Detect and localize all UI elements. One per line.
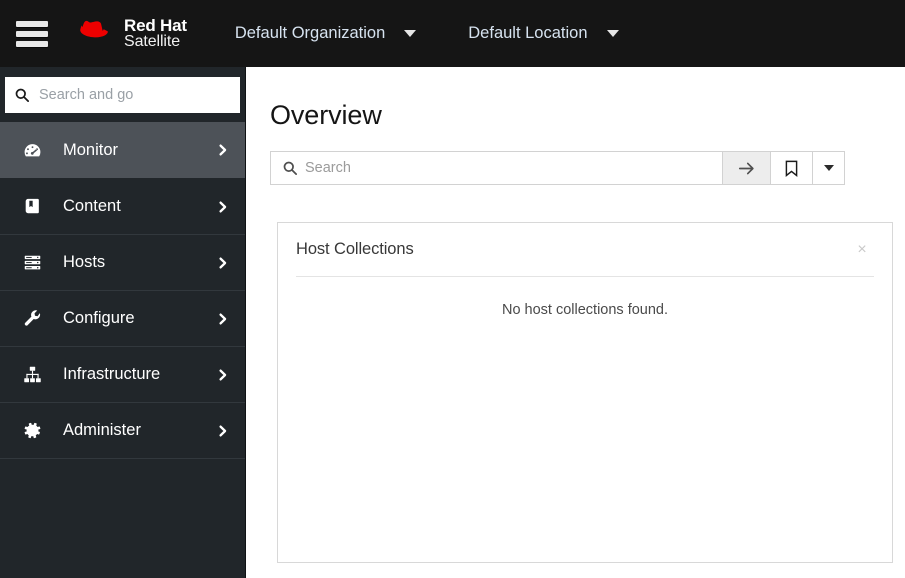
gear-icon: [24, 422, 41, 439]
sidebar-item-label: Administer: [63, 421, 141, 439]
brand-line-redhat: Red Hat: [124, 15, 187, 35]
chevron-down-icon: [606, 30, 619, 37]
hamburger-bar: [16, 30, 48, 37]
chevron-down-icon: [404, 30, 417, 37]
empty-state-message: No host collections found.: [501, 302, 669, 318]
sidebar-item-label: Monitor: [63, 140, 119, 159]
sidebar-item-label: Hosts: [63, 253, 106, 271]
search-toolbar: [270, 151, 845, 185]
sidebar-item-hosts[interactable]: Hosts: [0, 234, 245, 290]
sidebar-nav-list: Monitor Content Hosts Configure Infrastr…: [0, 122, 245, 459]
search-input[interactable]: [305, 152, 722, 184]
tachometer-icon: [24, 143, 41, 156]
widget-body: No host collections found.: [278, 277, 892, 319]
wrench-icon: [24, 310, 41, 326]
sidebar-item-monitor[interactable]: Monitor: [0, 122, 245, 178]
sidebar-item-infrastructure[interactable]: Infrastructure: [0, 346, 245, 402]
chevron-right-icon: [219, 368, 227, 381]
chevron-right-icon: [219, 256, 227, 269]
main-content: Overview Search Host Collections × No ho…: [246, 67, 905, 578]
location-switcher-label: Default Location: [468, 24, 588, 42]
search-submit-button[interactable]: [722, 151, 770, 185]
page-title: Overview: [270, 100, 382, 130]
widget-header: Host Collections ×: [296, 223, 874, 277]
bookmark-icon: [785, 160, 798, 177]
caret-down-icon: [823, 165, 834, 171]
search-field[interactable]: [270, 151, 722, 185]
bookmark-button[interactable]: [770, 151, 812, 185]
red-hat-fedora-icon: [80, 21, 108, 38]
sidebar: Monitor Content: [0, 67, 246, 578]
hamburger-bar: [16, 20, 48, 27]
arrow-right-icon: [738, 162, 754, 174]
search-icon: [15, 88, 29, 102]
book-icon: [25, 198, 39, 214]
host-collections-widget: Host Collections × No host collections f…: [277, 222, 893, 563]
sidebar-item-administer[interactable]: Administer: [0, 402, 245, 458]
organization-switcher[interactable]: Default Organization: [231, 0, 420, 67]
widget-title: Host Collections: [296, 240, 414, 258]
satellite-overview-page: Red Hat Satellite Default Organization D…: [0, 0, 905, 578]
sidebar-item-label: Configure: [63, 309, 135, 327]
organization-switcher-label: Default Organization: [234, 24, 386, 42]
chevron-right-icon: [219, 312, 227, 325]
sidebar-nav-divider: [0, 458, 245, 459]
brand-logo[interactable]: Red Hat Satellite: [70, 15, 187, 51]
masthead: Red Hat Satellite Default Organization D…: [0, 0, 905, 67]
sidebar-item-label: Content: [63, 197, 121, 215]
chevron-right-icon: [219, 200, 227, 213]
sitemap-icon: [24, 366, 41, 383]
sidebar-search[interactable]: [5, 77, 240, 113]
hamburger-menu-icon[interactable]: [16, 20, 50, 47]
location-switcher[interactable]: Default Location: [464, 0, 622, 67]
brand-line-satellite: Satellite: [124, 33, 181, 50]
chevron-right-icon: [219, 144, 227, 156]
close-icon[interactable]: ×: [852, 240, 872, 260]
bookmark-dropdown-toggle[interactable]: [812, 151, 845, 185]
sidebar-item-configure[interactable]: Configure: [0, 290, 245, 346]
sidebar-item-content[interactable]: Content: [0, 178, 245, 234]
sidebar-item-label: Infrastructure: [63, 365, 161, 383]
hamburger-bar: [16, 40, 48, 47]
chevron-right-icon: [219, 424, 227, 437]
search-icon: [283, 161, 297, 175]
server-rack-icon: [24, 255, 41, 270]
sidebar-search-input[interactable]: [39, 77, 240, 113]
